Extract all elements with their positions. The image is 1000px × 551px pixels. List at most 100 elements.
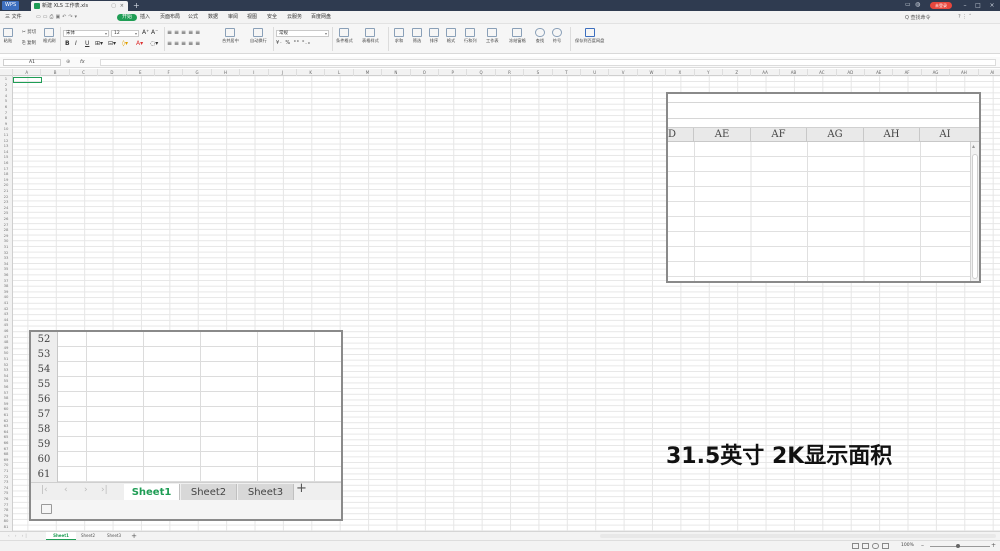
sheet-nav-arrows[interactable]: ‹ › ›| (8, 533, 29, 538)
filter-button[interactable]: 筛选 (412, 28, 422, 44)
column-header[interactable]: M (354, 69, 383, 76)
font-shrink-button[interactable]: A⁻ (151, 29, 158, 36)
page-break-icon[interactable] (882, 543, 889, 549)
quick-access-toolbar[interactable]: ▭▭⎙▣↶↷▾ (36, 14, 79, 20)
row-header[interactable]: 81 (0, 524, 12, 530)
font-grow-button[interactable]: A⁺ (142, 29, 149, 36)
column-header[interactable]: AF (893, 69, 922, 76)
column-header[interactable]: V (609, 69, 638, 76)
help-icon[interactable]: ? ⋮ ˄ (958, 14, 971, 20)
symbol-button[interactable]: 符号 (552, 28, 562, 44)
zoom-slider-knob[interactable] (956, 544, 960, 548)
column-header[interactable]: AC (808, 69, 837, 76)
border-button[interactable]: ⊞▾ (95, 40, 103, 47)
close-window-button[interactable]: × (986, 0, 998, 11)
menu-review[interactable]: 审阅 (228, 14, 238, 21)
column-header[interactable]: U (581, 69, 610, 76)
font-name-select[interactable]: 宋体 ▾ (63, 30, 109, 37)
page-layout-icon[interactable] (862, 543, 869, 549)
column-header[interactable]: O (411, 69, 439, 76)
column-header[interactable]: N (382, 69, 411, 76)
column-header[interactable]: T (553, 69, 581, 76)
login-button[interactable]: 未登录 (930, 2, 952, 9)
column-header[interactable]: AG (922, 69, 951, 76)
menu-data[interactable]: 数据 (208, 14, 218, 21)
horizontal-align-buttons[interactable]: ≡≡≡≡≡ (167, 40, 202, 47)
highlight-button[interactable]: ◊▾ (122, 40, 128, 47)
column-header[interactable]: Z (723, 69, 752, 76)
column-header[interactable]: G (183, 69, 212, 76)
format-painter-button[interactable]: 格式刷 (43, 28, 56, 44)
italic-button[interactable]: I (75, 40, 77, 47)
zoom-out-button[interactable]: – (921, 542, 924, 549)
menu-cloud[interactable]: 云服务 (287, 14, 302, 21)
save-to-baidu-button[interactable]: 保存到百度网盘 (575, 28, 604, 44)
underline-button[interactable]: U (85, 40, 89, 47)
document-tab[interactable]: 新建 XLS 工作表.xls ▢ × (31, 1, 128, 11)
column-header[interactable]: F (155, 69, 184, 76)
bold-button[interactable]: B (65, 40, 70, 47)
normal-view-icon[interactable] (852, 543, 859, 549)
number-format-select[interactable]: 常规 ▾ (276, 30, 329, 37)
sum-button[interactable]: 求和 (394, 28, 404, 44)
file-menu[interactable]: 三 文件 (5, 14, 22, 21)
auto-wrap-button[interactable]: 自动换行 (250, 28, 267, 44)
reading-mode-icon[interactable] (872, 543, 879, 549)
column-header[interactable]: AH (950, 69, 979, 76)
sheet-tab-1[interactable]: Sheet1 (46, 532, 76, 540)
number-style-buttons[interactable]: ¥· % ⁰⁰ ⁰.₀ (276, 40, 311, 47)
merge-center-button[interactable]: 合并居中 (222, 28, 239, 44)
sheet-tab-2[interactable]: Sheet2 (77, 532, 99, 540)
column-header[interactable]: J (269, 69, 297, 76)
column-header[interactable]: A (13, 69, 42, 76)
font-color-button[interactable]: A▾ (136, 40, 143, 47)
column-header[interactable]: E (127, 69, 155, 76)
fx-icon[interactable]: fx (80, 59, 85, 65)
name-box[interactable]: A1 (3, 59, 61, 66)
column-header[interactable]: S (524, 69, 553, 76)
row-column-button[interactable]: 行和列 (464, 28, 477, 44)
monitor-icon[interactable]: ▢ (111, 1, 116, 11)
menu-page-layout[interactable]: 页面布局 (160, 14, 180, 21)
sort-button[interactable]: 排序 (429, 28, 439, 44)
column-header[interactable]: AA (751, 69, 780, 76)
column-header[interactable]: L (325, 69, 354, 76)
select-all-corner[interactable] (0, 69, 13, 76)
column-header[interactable]: AE (865, 69, 894, 76)
column-header[interactable]: B (41, 69, 70, 76)
column-header[interactable]: K (297, 69, 326, 76)
zoom-icon[interactable]: ⊕ (66, 59, 70, 65)
column-header[interactable]: AB (780, 69, 809, 76)
conditional-format-button[interactable]: 条件格式 (336, 28, 353, 44)
format-button[interactable]: 格式 (446, 28, 456, 44)
sheet-tab-3[interactable]: Sheet3 (103, 532, 125, 540)
column-header[interactable]: C (70, 69, 99, 76)
menu-formulas[interactable]: 公式 (188, 14, 198, 21)
column-header[interactable]: AI (979, 69, 1000, 76)
column-header[interactable]: H (212, 69, 241, 76)
font-size-select[interactable]: 12 ▾ (111, 30, 139, 37)
minimize-button[interactable]: – (959, 0, 971, 11)
zoom-slider[interactable] (930, 546, 990, 547)
zoom-in-button[interactable]: + (991, 542, 996, 549)
formula-input[interactable] (100, 59, 996, 66)
column-header[interactable]: W (638, 69, 667, 76)
wps-logo[interactable]: WPS (2, 1, 20, 10)
search-command[interactable]: Q 查找命令 (905, 14, 931, 21)
column-header[interactable]: AD (837, 69, 865, 76)
paste-button[interactable]: 粘贴 (3, 28, 13, 44)
column-header[interactable]: I (240, 69, 269, 76)
column-header[interactable]: D (98, 69, 127, 76)
worksheet-button[interactable]: 工作表 (486, 28, 499, 44)
menu-view[interactable]: 视图 (247, 14, 257, 21)
column-header[interactable]: Y (695, 69, 723, 76)
vertical-align-buttons[interactable]: ≡≡≡≡≡ (167, 29, 202, 36)
selected-cell[interactable] (13, 77, 42, 83)
column-header[interactable]: R (496, 69, 525, 76)
table-style-button[interactable]: 表格样式 (362, 28, 379, 44)
column-header[interactable]: P (439, 69, 468, 76)
menu-insert[interactable]: 插入 (140, 14, 150, 21)
menu-home[interactable]: 开始 (117, 14, 138, 21)
menu-security[interactable]: 安全 (267, 14, 277, 21)
zoom-level[interactable]: 100% (901, 543, 914, 548)
